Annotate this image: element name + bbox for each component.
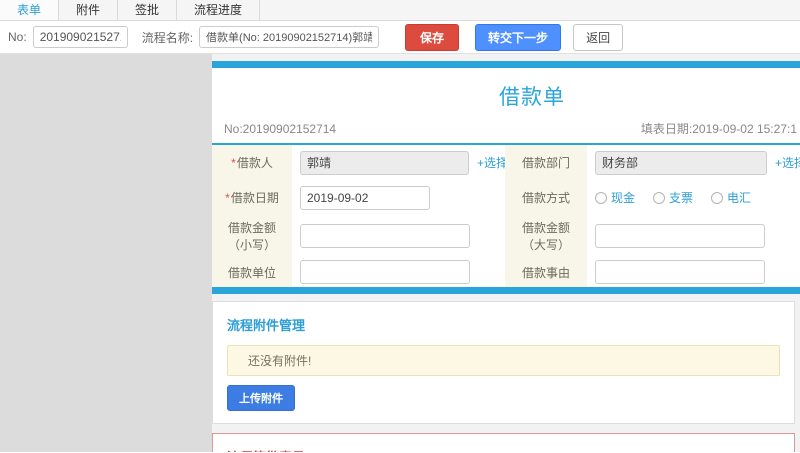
amount-uppercase-field	[587, 215, 800, 257]
choose-department-link[interactable]: +选择部门	[775, 154, 800, 171]
attachments-heading: 流程附件管理	[227, 318, 306, 333]
department-label: 借款部门	[505, 145, 587, 180]
form-no-text: No:20190902152714	[224, 121, 337, 136]
radio-wire-transfer[interactable]: 电汇	[711, 189, 751, 206]
required-marker: *	[231, 156, 236, 170]
loan-unit-label: 借款单位	[212, 257, 292, 287]
tab-form[interactable]: 表单	[0, 0, 60, 20]
main-content: 借款单 No:20190902152714 填表日期:2019-09-02 15…	[212, 61, 800, 452]
borrower-label: *借款人	[212, 145, 292, 180]
left-gray-panel	[0, 54, 212, 452]
loan-unit-input[interactable]	[300, 260, 470, 284]
flow-name-input[interactable]	[199, 26, 380, 48]
department-input[interactable]	[595, 150, 767, 175]
loan-reason-field	[587, 257, 800, 287]
tab-bar: 表单 附件 签批 流程进度	[0, 0, 800, 21]
tab-flow-progress[interactable]: 流程进度	[177, 0, 261, 20]
radio-cheque-circle[interactable]	[653, 191, 666, 204]
back-button[interactable]: 返回	[573, 23, 624, 51]
radio-cash[interactable]: 现金	[595, 189, 635, 206]
tab-attachments[interactable]: 附件	[59, 0, 119, 20]
no-label: No:	[8, 30, 27, 44]
toolbar: No: 流程名称: 保存 转交下一步 返回	[0, 21, 800, 54]
amount-lowercase-label: 借款金额（小写）	[212, 215, 292, 257]
loan-date-label: *借款日期	[212, 180, 292, 215]
flow-name-label: 流程名称:	[141, 30, 194, 45]
amount-lowercase-field	[292, 215, 505, 257]
required-marker: *	[225, 191, 230, 205]
radio-cheque[interactable]: 支票	[653, 189, 693, 206]
loan-reason-label: 借款事由	[505, 257, 587, 287]
loan-method-label: 借款方式	[505, 180, 587, 215]
loan-unit-field	[292, 257, 505, 287]
loan-form-card: 借款单 No:20190902152714 填表日期:2019-09-02 15…	[212, 61, 800, 294]
forward-next-step-button[interactable]: 转交下一步	[475, 23, 562, 51]
form-table: *借款人 +选择人员 借款部门 +选择部门 *借款日期	[212, 145, 800, 287]
amount-uppercase-label: 借款金额（大写）	[505, 215, 587, 257]
form-title: 借款单	[499, 86, 565, 109]
approval-heading: 流程签批意见	[227, 447, 780, 452]
borrower-field: +选择人员	[292, 145, 532, 180]
save-button[interactable]: 保存	[405, 23, 460, 51]
attachments-card: 流程附件管理 还没有附件! 上传附件	[212, 301, 795, 424]
form-top-bar	[212, 61, 800, 68]
approval-card: 流程签批意见 B I abc A ∞ ∞ ⚑ ≣ ≡ ⇤ ⇥	[212, 433, 795, 452]
borrower-input[interactable]	[300, 150, 469, 175]
no-attachments-alert: 还没有附件!	[227, 345, 780, 376]
tab-approval[interactable]: 签批	[118, 0, 178, 20]
loan-date-field	[292, 180, 505, 215]
amount-lowercase-input[interactable]	[300, 224, 470, 248]
upload-attachment-button[interactable]: 上传附件	[227, 385, 295, 411]
form-meta-row: No:20190902152714 填表日期:2019-09-02 15:27:…	[212, 120, 800, 143]
loan-reason-input[interactable]	[595, 260, 765, 284]
loan-method-field: 现金 支票 电汇	[587, 180, 800, 215]
department-field: +选择部门	[587, 145, 800, 180]
page-body: 借款单 No:20190902152714 填表日期:2019-09-02 15…	[0, 54, 800, 452]
form-date-text: 填表日期:2019-09-02 15:27:1	[640, 122, 797, 136]
amount-uppercase-input[interactable]	[595, 224, 765, 248]
no-input[interactable]	[32, 26, 128, 48]
radio-cash-circle[interactable]	[595, 191, 607, 204]
radio-wire-transfer-circle[interactable]	[711, 191, 724, 204]
form-bottom-bar	[212, 287, 800, 294]
loan-date-input[interactable]	[300, 185, 430, 210]
